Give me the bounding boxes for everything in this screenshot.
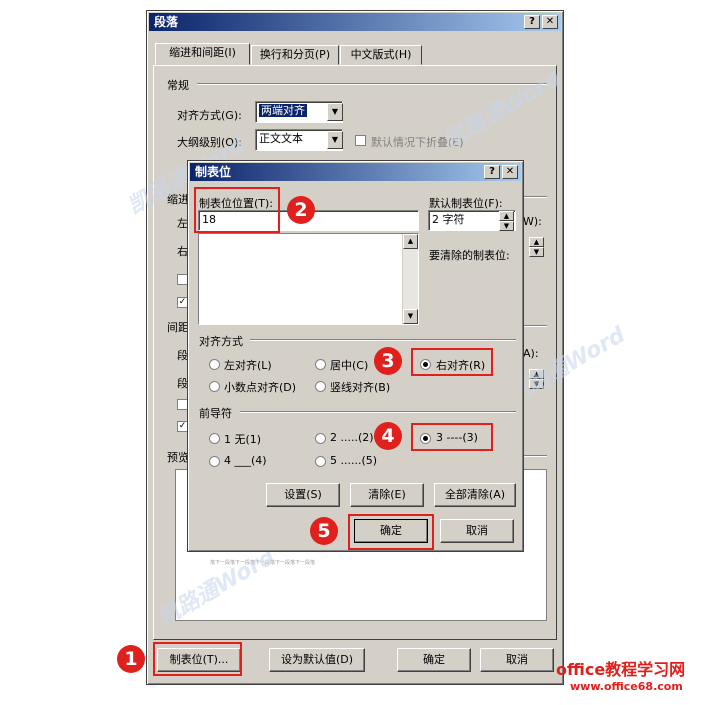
tab-line-page-breaks[interactable]: 换行和分页(P) — [251, 45, 339, 65]
scroll-down-icon[interactable]: ▼ — [403, 309, 418, 324]
leader-dots-radio[interactable] — [315, 433, 326, 444]
alignment-group-divider — [250, 339, 516, 341]
align-bar-label: 竖线对齐(B) — [330, 381, 391, 394]
indent-by-label: W): — [523, 215, 542, 228]
help-button[interactable]: ? — [484, 165, 500, 179]
leader-middots-label: 5 ......(5) — [330, 454, 378, 467]
step-badge-5: 5 — [310, 517, 338, 545]
close-icon[interactable]: ✕ — [542, 15, 558, 29]
step-badge-4: 4 — [374, 422, 402, 450]
preview-divider — [523, 455, 547, 457]
clear-tabs-label: 要清除的制表位: — [429, 249, 510, 262]
preview-section-label: 预览 — [167, 451, 189, 464]
paragraph-dialog-titlebar: 段落 — [149, 13, 561, 31]
close-icon[interactable]: ✕ — [502, 165, 518, 179]
section-divider — [197, 83, 547, 85]
spinner-down-icon[interactable]: ▼ — [499, 221, 514, 231]
alignment-group-label: 对齐方式 — [199, 335, 243, 348]
tabs-cancel-button[interactable]: 取消 — [440, 519, 514, 543]
indent-divider — [523, 196, 547, 198]
step-badge-2: 2 — [287, 196, 315, 224]
alignment-label: 对齐方式(G): — [177, 109, 242, 122]
set-default-button[interactable]: 设为默认值(D) — [269, 648, 365, 672]
step-badge-3: 3 — [374, 347, 402, 375]
ok-button[interactable]: 确定 — [397, 648, 471, 672]
leader-none-radio[interactable] — [209, 433, 220, 444]
spinner-down-icon[interactable]: ▼ — [529, 247, 544, 257]
scrollbar[interactable]: ▲ ▼ — [402, 234, 418, 324]
paragraph-dialog-title: 段落 — [154, 15, 179, 29]
tab-indent-spacing[interactable]: 缩进和间距(I) — [155, 43, 250, 65]
tabs-dialog-titlebar: 制表位 — [190, 163, 521, 181]
align-left-radio[interactable] — [209, 359, 220, 370]
spinner-up-icon[interactable]: ▲ — [529, 237, 544, 247]
align-center-label: 居中(C) — [330, 359, 369, 372]
section-general-label: 常规 — [167, 79, 189, 92]
spinner-up-icon[interactable]: ▲ — [499, 211, 514, 221]
align-decimal-label: 小数点对齐(D) — [224, 381, 297, 394]
leader-dots-label: 2 .....(2) — [330, 431, 374, 444]
spacing-divider — [523, 325, 547, 327]
step-badge-1: 1 — [117, 645, 145, 673]
align-center-radio[interactable] — [315, 359, 326, 370]
leader-none-label: 1 无(1) — [224, 433, 262, 446]
alignment-select-value: 两端对齐 — [259, 104, 307, 117]
clear-all-tabs-button[interactable]: 全部清除(A) — [434, 483, 516, 507]
default-tab-value: 2 字符 — [432, 213, 465, 226]
set-tab-button[interactable]: 设置(S) — [266, 483, 340, 507]
leader-group-divider — [240, 411, 516, 413]
tab-position-list[interactable]: ▲ ▼ — [198, 233, 419, 325]
site-watermark-cn: office教程学习网 — [556, 660, 686, 679]
spacing-section-label: 间距 — [167, 321, 189, 334]
leader-group-label: 前导符 — [199, 407, 232, 420]
site-watermark-url: www.office68.com — [570, 680, 683, 693]
highlight-tabs-button — [153, 642, 242, 676]
default-tab-label: 默认制表位(F): — [429, 197, 503, 210]
chevron-down-icon[interactable]: ▼ — [327, 131, 343, 149]
collapse-checkbox[interactable] — [355, 135, 366, 146]
leader-underline-radio[interactable] — [209, 456, 220, 467]
tabs-dialog-title: 制表位 — [195, 165, 232, 179]
align-bar-radio[interactable] — [315, 381, 326, 392]
clear-tab-button[interactable]: 清除(E) — [350, 483, 424, 507]
help-button[interactable]: ? — [524, 15, 540, 29]
highlight-tabs-ok — [348, 514, 434, 550]
align-left-label: 左对齐(L) — [224, 359, 272, 372]
highlight-align-right — [411, 348, 493, 376]
chevron-down-icon[interactable]: ▼ — [327, 103, 343, 121]
highlight-tab-position — [194, 187, 280, 233]
spacing-at-label: A): — [523, 347, 539, 360]
highlight-leader-dashes — [411, 423, 493, 451]
leader-underline-label: 4 ___(4) — [224, 454, 267, 467]
cancel-button[interactable]: 取消 — [480, 648, 554, 672]
align-decimal-radio[interactable] — [209, 381, 220, 392]
scroll-up-icon[interactable]: ▲ — [403, 234, 418, 249]
leader-middots-radio[interactable] — [315, 456, 326, 467]
outline-level-select-value: 正文文本 — [259, 132, 303, 145]
tab-asian-typography[interactable]: 中文版式(H) — [340, 45, 422, 65]
